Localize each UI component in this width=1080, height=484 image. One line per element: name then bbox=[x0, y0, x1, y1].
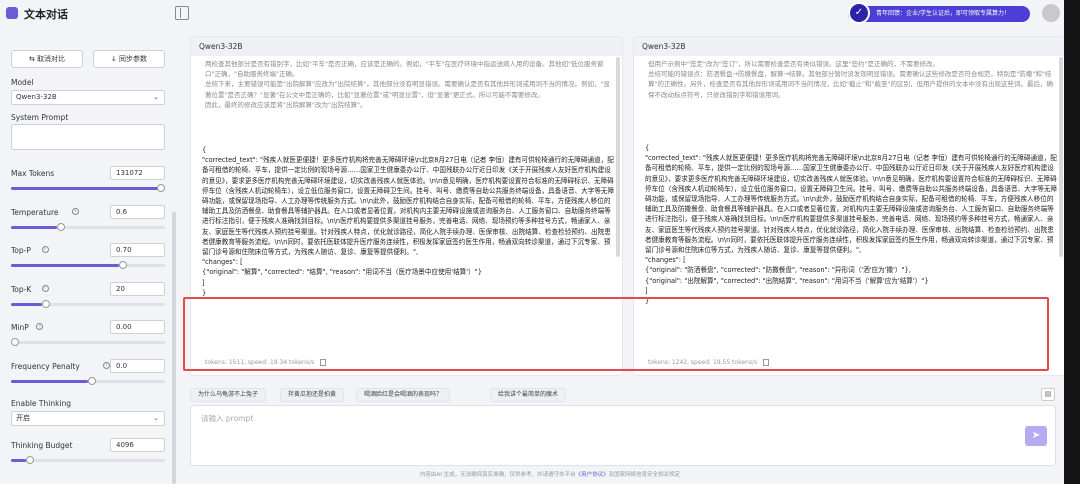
model-select[interactable]: Qwen3-32B ⌄ bbox=[11, 90, 165, 105]
left-panel-scrollbar[interactable] bbox=[616, 57, 620, 257]
right-model-name: Qwen3-32B bbox=[634, 37, 1065, 56]
slider-handle[interactable] bbox=[26, 456, 35, 464]
slider-handle[interactable] bbox=[41, 300, 50, 308]
suggestion-chip[interactable]: 给我讲个最简单的魔术 bbox=[490, 388, 567, 402]
param-input[interactable]: 0.00 bbox=[110, 320, 165, 334]
model-select-value: Qwen3-32B bbox=[16, 93, 57, 101]
param-slider[interactable] bbox=[11, 184, 165, 192]
collapse-sidebar-icon[interactable] bbox=[175, 6, 189, 20]
send-icon: ➤ bbox=[1031, 430, 1041, 441]
model-label: Model bbox=[11, 78, 34, 87]
enable-thinking-value: 开启 bbox=[16, 414, 30, 422]
suggestion-chip[interactable]: 喝酒脸红是会喝酒的表现吗？ bbox=[356, 388, 451, 402]
left-model-name: Qwen3-32B bbox=[191, 37, 622, 56]
arrow-down-icon: ↓ bbox=[110, 55, 120, 63]
param-slider[interactable] bbox=[11, 338, 165, 346]
slider-handle[interactable] bbox=[11, 338, 19, 346]
thinking-budget-label: Thinking Budget bbox=[11, 441, 73, 450]
sync-params-label: 同步参数 bbox=[119, 55, 148, 63]
param-slider[interactable] bbox=[11, 261, 165, 269]
prompt-input[interactable]: 请输入 prompt ➤ bbox=[190, 405, 1056, 466]
info-icon[interactable]: i bbox=[36, 323, 44, 330]
cancel-compare-button[interactable]: ⇆ 取消对比 bbox=[11, 50, 83, 68]
right-thinking-text: 但用户示例中"签定"改为"签订"，所以需要检查是否有类似错误。这里"签约"是正确… bbox=[648, 60, 1053, 99]
left-thinking-text: 两检查其他部分是否有错别字，比如"平车"是否正确，应该是正确的。例如，"平车"在… bbox=[205, 60, 610, 109]
slider-fill bbox=[11, 303, 42, 306]
enable-thinking-select[interactable]: 开启 ⌄ bbox=[11, 411, 165, 426]
param-input[interactable]: 131072 bbox=[110, 166, 165, 180]
info-icon[interactable]: i bbox=[41, 285, 49, 292]
right-panel-scrollbar[interactable] bbox=[1059, 57, 1063, 257]
param-input[interactable]: 0.6 bbox=[110, 205, 165, 219]
param-label: Top-P bbox=[11, 246, 31, 255]
slider-handle[interactable] bbox=[88, 377, 96, 385]
swap-icon: ⇆ bbox=[28, 55, 38, 63]
slider-fill bbox=[11, 264, 119, 267]
info-icon[interactable]: i bbox=[41, 246, 49, 253]
param-input[interactable]: 20 bbox=[110, 282, 165, 296]
suggestion-chip[interactable]: 为什么乌龟游不上兔子 bbox=[190, 388, 267, 402]
slider-handle[interactable] bbox=[57, 223, 66, 231]
param-input[interactable]: 0.70 bbox=[110, 243, 165, 257]
system-prompt-field[interactable] bbox=[11, 124, 165, 150]
slider-fill bbox=[11, 380, 88, 383]
avatar[interactable] bbox=[1042, 4, 1060, 22]
footer-text-2: 及国家网络信息安全相关规定 bbox=[608, 472, 681, 478]
param-label: Frequency Penalty bbox=[11, 362, 80, 371]
slider-fill bbox=[11, 226, 58, 229]
left-response-text: { "corrected_text": "残疾人就医更便捷！更多医疗机构将完善无… bbox=[202, 146, 615, 297]
chevron-down-icon: ⌄ bbox=[153, 93, 159, 101]
param-label: Max Tokens bbox=[11, 169, 55, 178]
sidebar: ⇆ 取消对比 ↓ 同步参数 Model Qwen3-32B ⌄ System Pr… bbox=[0, 28, 180, 484]
suggestion-chip[interactable]: 拌黄瓜抱还是拍黄 bbox=[280, 388, 345, 402]
enable-thinking-label: Enable Thinking bbox=[11, 399, 72, 408]
prompt-placeholder: 请输入 prompt bbox=[201, 414, 254, 423]
slider-fill bbox=[11, 459, 27, 462]
param-label: Top-K bbox=[11, 285, 32, 294]
check-badge-icon: ✓ bbox=[848, 2, 870, 24]
sidebar-scrollbar[interactable] bbox=[172, 212, 176, 484]
send-button[interactable]: ➤ bbox=[1025, 426, 1047, 446]
highlight-box bbox=[183, 297, 1049, 371]
promo-banner[interactable]: 青年回馈：企业/学生认证后，即可领取专属算力！ bbox=[848, 6, 1030, 22]
thinking-budget-slider[interactable] bbox=[11, 456, 165, 464]
param-input[interactable]: 0.0 bbox=[110, 359, 165, 373]
screen-edge bbox=[1064, 0, 1080, 484]
slider-handle[interactable] bbox=[157, 184, 165, 192]
thinking-budget-input[interactable]: 4096 bbox=[110, 438, 165, 452]
param-slider[interactable] bbox=[11, 377, 165, 385]
info-icon[interactable]: i bbox=[102, 362, 110, 369]
sync-params-button[interactable]: ↓ 同步参数 bbox=[93, 50, 165, 68]
slider-handle[interactable] bbox=[118, 261, 127, 269]
chevron-down-icon: ⌄ bbox=[153, 414, 159, 422]
slider-fill bbox=[11, 187, 165, 190]
user-agreement-link[interactable]: 《用户协议》 bbox=[576, 472, 609, 478]
param-label: MinP bbox=[11, 323, 29, 332]
clear-chat-icon[interactable]: ▤ bbox=[1041, 388, 1055, 401]
footer-text: 内容由AI 生成，无法确保真实准确，仅供参考，并请遵守本平台 bbox=[420, 472, 576, 478]
app-title: 文本对话 bbox=[24, 8, 68, 21]
system-prompt-label: System Prompt bbox=[11, 113, 69, 122]
cancel-compare-label: 取消对比 bbox=[37, 55, 66, 63]
param-label: Temperature bbox=[11, 208, 59, 217]
top-bar: 文本对话 青年回馈：企业/学生认证后，即可领取专属算力！ ✓ bbox=[0, 0, 1080, 28]
footer-disclaimer: 内容由AI 生成，无法确保真实准确，仅供参考，并请遵守本平台《用户协议》及国家网… bbox=[420, 470, 680, 478]
param-slider[interactable] bbox=[11, 300, 165, 308]
right-response-text: { "corrected_text": "残疾人就医更便捷！更多医疗机构将完善无… bbox=[645, 144, 1058, 306]
param-slider[interactable] bbox=[11, 223, 165, 231]
app-logo-icon bbox=[6, 7, 18, 19]
info-icon[interactable]: i bbox=[72, 208, 80, 215]
